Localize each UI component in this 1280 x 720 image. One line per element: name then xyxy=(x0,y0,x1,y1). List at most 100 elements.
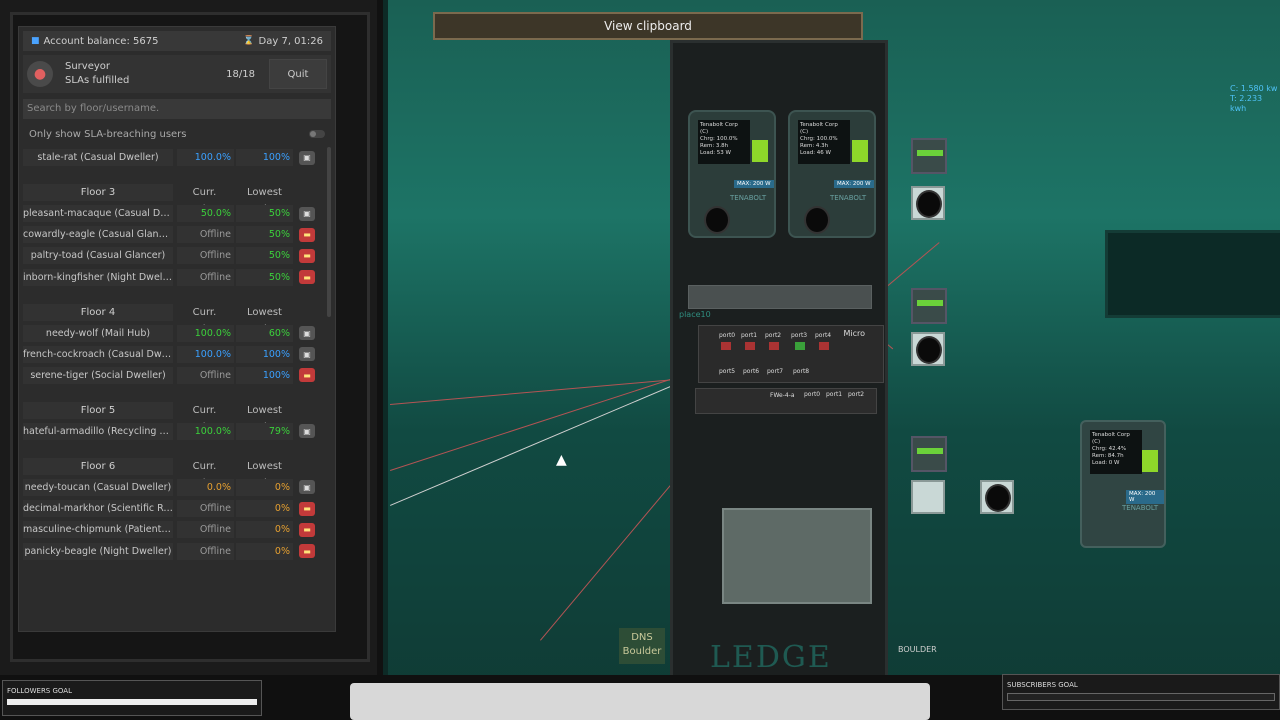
user-row: needy-wolf (Mail Hub) 100.0% 60% ▣ xyxy=(23,323,321,344)
inspect-icon[interactable]: ▣ xyxy=(299,347,315,362)
column-lowest: Lowest today xyxy=(247,187,282,215)
user-row: inborn-kingfisher (Night Dweller) Offline… xyxy=(23,267,321,288)
goal-label: FOLLOWERS GOAL xyxy=(7,687,72,695)
charger-text: Chrg: 42.4% xyxy=(1092,446,1127,452)
hourglass-icon: ⌛ xyxy=(243,36,255,46)
lowest-satiety: 0% xyxy=(236,478,293,496)
power-plug[interactable] xyxy=(704,206,730,234)
followers-goal: FOLLOWERS GOAL xyxy=(2,680,262,716)
charger-brand: TENABOLT xyxy=(830,194,867,202)
firewall-device[interactable]: FWe-4-a port0 port1 port2 xyxy=(695,388,877,414)
socket-indicator[interactable] xyxy=(911,138,947,174)
network-switch[interactable]: place10 xyxy=(679,285,872,319)
router-port[interactable] xyxy=(795,342,805,350)
clipboard-label: View clipboard xyxy=(604,19,692,33)
power-total: T: 2.233 kwh xyxy=(1230,94,1263,113)
user-row: cowardly-eagle (Casual Glancer) Offline 50… xyxy=(23,224,321,245)
power-charger-left[interactable]: Tenabolt Corp (C) Chrg: 100.0% Rem: 3.8h… xyxy=(688,110,776,238)
port-label: port1 xyxy=(826,391,843,398)
charger-display: Tenabolt Corp (C) Chrg: 100.0% Rem: 4.3h… xyxy=(798,120,850,164)
goal-bar xyxy=(7,699,257,705)
power-plug[interactable] xyxy=(804,206,830,234)
power-plug[interactable] xyxy=(985,484,1011,512)
current-satiety: Offline xyxy=(177,500,234,518)
user-name: paltry-toad (Casual Glancer) xyxy=(23,247,173,265)
charger-text: Rem: 84.7h xyxy=(1092,453,1124,459)
port-label: port0 xyxy=(804,391,821,398)
offline-alert-icon[interactable]: ▬ xyxy=(299,270,315,285)
user-row: french-cockroach (Casual Dweller) 100.0% 1… xyxy=(23,344,321,365)
offline-alert-icon[interactable]: ▬ xyxy=(299,544,315,558)
user-name: panicky-beagle (Night Dweller) xyxy=(23,542,173,560)
user-name: french-cockroach (Casual Dweller) xyxy=(23,345,173,363)
goal-bar xyxy=(1007,693,1275,701)
inspect-icon[interactable]: ▣ xyxy=(299,326,315,341)
user-role: Surveyor xyxy=(65,61,111,72)
charger-text: Tenabolt Corp xyxy=(800,122,838,128)
goal-label: SUBSCRIBERS GOAL xyxy=(1007,681,1078,689)
charger-text: (C) xyxy=(1092,439,1101,445)
inspect-icon[interactable]: ▣ xyxy=(299,424,315,439)
charger-display: Tenabolt Corp (C) Chrg: 42.4% Rem: 84.7h… xyxy=(1090,430,1142,474)
column-current: Curr. satiety xyxy=(187,460,221,489)
power-charger-right[interactable]: Tenabolt Corp (C) Chrg: 100.0% Rem: 4.3h… xyxy=(788,110,876,238)
dns-name: Boulder xyxy=(622,646,662,657)
current-satiety: Offline xyxy=(177,542,234,560)
charge-led xyxy=(852,140,868,162)
user-row: hateful-armadillo (Recycling Center)100.… xyxy=(23,421,321,442)
offline-alert-icon[interactable]: ▬ xyxy=(299,248,315,263)
lowest-satiety: 0% xyxy=(236,500,293,518)
quit-button[interactable]: Quit xyxy=(269,59,327,89)
power-plug[interactable] xyxy=(916,190,942,218)
offline-alert-icon[interactable]: ▬ xyxy=(299,522,315,537)
offline-alert-icon[interactable]: ▬ xyxy=(299,227,315,242)
user-name: hateful-armadillo (Recycling Center) xyxy=(23,422,173,440)
lowest-satiety: 50% xyxy=(236,268,293,286)
charger-text: (C) xyxy=(700,129,709,135)
offline-alert-icon[interactable]: ▬ xyxy=(299,501,315,516)
user-row: needy-toucan (Casual Dweller) 0.0% 0% ▣ xyxy=(23,477,321,498)
user-row: panicky-beagle (Night Dweller) Offline 0% ▬ xyxy=(23,541,321,562)
user-summary: ● Surveyor SLAs fulfilled 18/18 Quit xyxy=(23,55,331,93)
inspect-icon[interactable]: ▣ xyxy=(299,480,315,495)
search-input[interactable]: Search by floor/username. xyxy=(23,99,331,119)
subscribers-goal: SUBSCRIBERS GOAL xyxy=(1002,674,1280,710)
router-port[interactable] xyxy=(745,342,755,350)
lowest-satiety: 100% xyxy=(236,345,293,363)
current-satiety: 100.0% xyxy=(177,149,234,166)
charge-led xyxy=(1142,450,1158,472)
router-label: Micro xyxy=(843,329,865,338)
view-clipboard-button[interactable]: View clipboard xyxy=(433,12,863,40)
router-port[interactable] xyxy=(769,342,779,350)
inspect-icon[interactable]: ▣ xyxy=(299,206,315,221)
socket-indicator[interactable] xyxy=(911,288,947,324)
port-label: port5 xyxy=(719,368,736,375)
account-balance: Account balance: 5675 xyxy=(43,35,159,47)
lowest-satiety: 100% xyxy=(236,366,293,384)
socket-indicator[interactable] xyxy=(911,436,947,472)
server-unit[interactable] xyxy=(722,508,872,604)
user-name: cowardly-eagle (Casual Glancer) xyxy=(23,226,173,244)
port-label: port8 xyxy=(793,368,810,375)
port-label: port0 xyxy=(719,332,736,339)
wall-socket[interactable] xyxy=(911,480,945,514)
charger-text: Load: 0 W xyxy=(1092,460,1120,466)
column-lowest: Lowest today xyxy=(247,306,282,335)
floor-title: Floor 4 xyxy=(23,303,173,321)
sla-filter-toggle[interactable] xyxy=(309,130,325,138)
router-port[interactable] xyxy=(819,342,829,350)
floor-title: Floor 6 xyxy=(23,457,173,475)
scrollbar[interactable] xyxy=(327,147,331,317)
router-port[interactable] xyxy=(721,342,731,350)
router[interactable]: Micro port0 port1 port2 port3 port4 port… xyxy=(698,325,884,383)
mouse-cursor-icon: ▲ xyxy=(556,452,567,468)
charger-text: Chrg: 100.0% xyxy=(800,136,838,142)
boulder-label: BOULDER xyxy=(898,645,937,654)
power-charger-side[interactable]: Tenabolt Corp (C) Chrg: 42.4% Rem: 84.7h… xyxy=(1080,420,1166,548)
offline-alert-icon[interactable]: ▬ xyxy=(299,368,315,383)
sla-filter-row[interactable]: Only show SLA-breaching users xyxy=(23,125,331,143)
user-row: serene-tiger (Social Dweller) Offline 100%… xyxy=(23,365,321,386)
power-plug[interactable] xyxy=(916,336,942,364)
charger-text: (C) xyxy=(800,129,809,135)
inspect-icon[interactable]: ▣ xyxy=(299,150,315,165)
